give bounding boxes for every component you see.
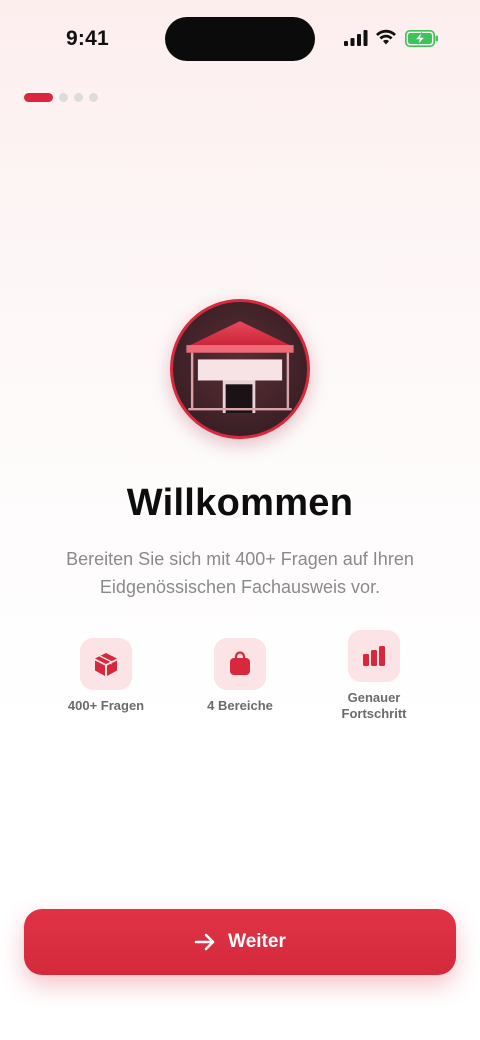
page-dot bbox=[59, 93, 68, 102]
feature-icon-wrapper bbox=[348, 630, 400, 682]
continue-button-label: Weiter bbox=[228, 931, 286, 952]
feature-label: 400+ Fragen bbox=[67, 698, 145, 713]
warehouse-icon bbox=[186, 321, 294, 414]
cellular-signal-icon bbox=[344, 30, 368, 46]
battery-charging-icon bbox=[405, 30, 438, 47]
onboarding-page-indicator bbox=[24, 93, 98, 102]
feature-icon-wrapper bbox=[80, 638, 132, 690]
feature-label: 4 Bereiche bbox=[207, 698, 273, 713]
feature-questions: 400+ Fragen bbox=[41, 638, 171, 714]
feature-areas: 4 Bereiche bbox=[175, 638, 305, 714]
bag-icon bbox=[230, 651, 250, 675]
feature-icon-wrapper bbox=[214, 638, 266, 690]
feature-label: Genauer Fortschritt bbox=[341, 690, 407, 721]
arrow-right-icon bbox=[194, 933, 215, 951]
page-dot bbox=[74, 93, 83, 102]
chart-bars-icon bbox=[363, 646, 385, 666]
box-icon bbox=[95, 653, 117, 676]
status-time: 9:41 bbox=[66, 27, 109, 50]
page-dot bbox=[89, 93, 98, 102]
welcome-title: Willkommen bbox=[126, 482, 354, 524]
feature-progress: Genauer Fortschritt bbox=[309, 630, 439, 722]
welcome-subtitle: Bereiten Sie sich mit 400+ Fragen auf Ih… bbox=[66, 549, 414, 597]
status-bar: 9:41 bbox=[0, 0, 480, 78]
wifi-icon bbox=[376, 29, 396, 45]
continue-button[interactable]: Weiter bbox=[24, 909, 456, 975]
dynamic-island bbox=[165, 17, 315, 61]
hero-illustration bbox=[170, 299, 310, 439]
page-dot-active bbox=[24, 93, 53, 102]
